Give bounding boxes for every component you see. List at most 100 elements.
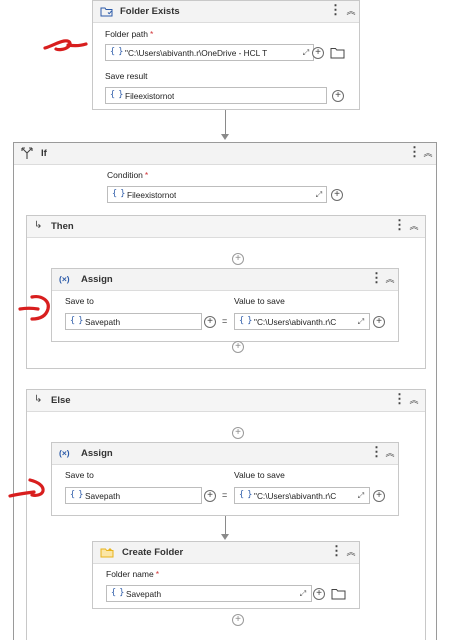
annotation-bracket-then-save-to xyxy=(18,295,50,321)
variable-braces-icon: { } xyxy=(70,316,83,326)
value-to-save-field[interactable]: { } "C:\Users\abivanth.r\C ⤢ xyxy=(234,313,370,330)
assign-header[interactable]: (×) Assign ⋮ ︽ xyxy=(52,269,398,291)
collapse-icon[interactable]: ︽ xyxy=(384,272,396,286)
more-options-icon[interactable]: ⋮ xyxy=(330,544,343,559)
save-to-field[interactable]: { } Savepath xyxy=(65,487,202,504)
condition-value: Fileexistornot xyxy=(127,190,177,200)
else-header[interactable]: ↳ Else ⋮ ︽ xyxy=(27,390,425,412)
add-activity-button[interactable]: + xyxy=(232,614,244,626)
folder-path-label: Folder path * xyxy=(105,29,153,39)
create-folder-header[interactable]: Create Folder ⋮ ︽ xyxy=(93,542,359,564)
add-activity-button[interactable]: + xyxy=(232,427,244,439)
folder-exists-activity[interactable]: Folder Exists ⋮ ︽ Folder path * { } "C:\U… xyxy=(92,0,360,110)
condition-label: Condition * xyxy=(107,170,148,180)
folder-path-value: "C:\Users\abivanth.r\OneDrive - HCL T xyxy=(125,48,268,58)
collapse-icon[interactable]: ︽ xyxy=(422,146,434,160)
assign-header[interactable]: (×) Assign ⋮ ︽ xyxy=(52,443,398,465)
then-branch[interactable]: ↳ Then ⋮ ︽ + (×) Assign ⋮ ︽ Save to Valu… xyxy=(26,215,426,369)
more-options-icon[interactable]: ⋮ xyxy=(370,271,383,286)
save-to-label: Save to xyxy=(65,296,94,306)
save-result-value: Fileexistornot xyxy=(125,91,175,101)
expand-editor-icon[interactable]: ⤢ xyxy=(356,490,366,501)
value-to-save-label: Value to save xyxy=(234,296,285,306)
save-result-field[interactable]: { } Fileexistornot xyxy=(105,87,327,104)
folder-exists-header[interactable]: Folder Exists ⋮ ︽ xyxy=(93,1,359,23)
value-to-save-field[interactable]: { } "C:\Users\abivanth.r\C ⤢ xyxy=(234,487,370,504)
folder-check-icon xyxy=(100,7,113,17)
browse-folder-icon[interactable] xyxy=(330,47,345,59)
value-to-save-value: "C:\Users\abivanth.r\C xyxy=(254,317,337,327)
expand-editor-icon[interactable]: ⤢ xyxy=(301,47,311,58)
condition-label-text: Condition xyxy=(107,170,143,180)
annotation-arrow-else-save-to xyxy=(8,478,45,498)
if-header[interactable]: If ⋮ ︽ xyxy=(14,143,436,165)
folder-path-label-text: Folder path xyxy=(105,29,148,39)
connector-arrow xyxy=(221,534,229,540)
add-variable-button[interactable]: + xyxy=(204,316,216,328)
assign-activity[interactable]: (×) Assign ⋮ ︽ Save to Value to save { }… xyxy=(51,442,399,516)
if-activity[interactable]: If ⋮ ︽ Condition * { } Fileexistornot ⤢ +… xyxy=(13,142,437,640)
collapse-icon[interactable]: ︽ xyxy=(345,545,357,559)
branch-arrow-icon: ↳ xyxy=(34,394,43,405)
assign-icon: (×) xyxy=(59,274,70,284)
add-variable-button[interactable]: + xyxy=(373,490,385,502)
value-to-save-value: "C:\Users\abivanth.r\C xyxy=(254,491,337,501)
more-options-icon[interactable]: ⋮ xyxy=(370,445,383,460)
if-title: If xyxy=(41,148,47,159)
equals-sign: = xyxy=(222,316,228,326)
collapse-icon[interactable]: ︽ xyxy=(408,393,420,407)
add-variable-button[interactable]: + xyxy=(204,490,216,502)
else-branch[interactable]: ↳ Else ⋮ ︽ + (×) Assign ⋮ ︽ Save to Valu… xyxy=(26,389,426,640)
expand-editor-icon[interactable]: ⤢ xyxy=(356,316,366,327)
else-title: Else xyxy=(51,395,71,406)
folder-name-field[interactable]: { } Savepath ⤢ xyxy=(106,585,312,602)
save-to-value: Savepath xyxy=(85,317,121,327)
then-header[interactable]: ↳ Then ⋮ ︽ xyxy=(27,216,425,238)
expand-editor-icon[interactable]: ⤢ xyxy=(298,588,308,599)
required-marker: * xyxy=(155,569,160,579)
connector-arrow xyxy=(221,134,229,140)
more-options-icon[interactable]: ⋮ xyxy=(408,145,421,160)
folder-name-label-text: Folder name xyxy=(106,569,154,579)
assign-icon: (×) xyxy=(59,448,70,458)
collapse-icon[interactable]: ︽ xyxy=(345,4,357,18)
then-title: Then xyxy=(51,221,74,232)
add-variable-button[interactable]: + xyxy=(332,90,344,102)
folder-path-field[interactable]: { } "C:\Users\abivanth.r\OneDrive - HCL … xyxy=(105,44,314,61)
if-branch-icon xyxy=(21,147,33,159)
branch-arrow-icon: ↳ xyxy=(34,220,43,231)
browse-folder-icon[interactable] xyxy=(331,588,346,600)
variable-braces-icon: { } xyxy=(239,316,252,326)
value-to-save-label: Value to save xyxy=(234,470,285,480)
expand-editor-icon[interactable]: ⤢ xyxy=(314,189,324,200)
variable-braces-icon: { } xyxy=(239,490,252,500)
assign-title: Assign xyxy=(81,448,113,459)
variable-braces-icon: { } xyxy=(110,90,123,100)
more-options-icon[interactable]: ⋮ xyxy=(393,218,406,233)
condition-field[interactable]: { } Fileexistornot ⤢ xyxy=(107,186,327,203)
more-options-icon[interactable]: ⋮ xyxy=(329,3,342,18)
equals-sign: = xyxy=(222,490,228,500)
folder-name-value: Savepath xyxy=(126,589,162,599)
save-to-field[interactable]: { } Savepath xyxy=(65,313,202,330)
variable-braces-icon: { } xyxy=(112,189,125,199)
add-variable-button[interactable]: + xyxy=(373,316,385,328)
activity-title: Folder Exists xyxy=(120,6,180,17)
more-options-icon[interactable]: ⋮ xyxy=(393,392,406,407)
collapse-icon[interactable]: ︽ xyxy=(408,219,420,233)
variable-braces-icon: { } xyxy=(111,588,124,598)
connector-line xyxy=(225,110,226,136)
required-marker: * xyxy=(150,29,154,39)
collapse-icon[interactable]: ︽ xyxy=(384,446,396,460)
add-activity-button[interactable]: + xyxy=(232,253,244,265)
add-variable-button[interactable]: + xyxy=(331,189,343,201)
assign-title: Assign xyxy=(81,274,113,285)
add-variable-button[interactable]: + xyxy=(312,47,324,59)
assign-activity[interactable]: (×) Assign ⋮ ︽ Save to Value to save { }… xyxy=(51,268,399,342)
add-activity-button[interactable]: + xyxy=(232,341,244,353)
create-folder-activity[interactable]: Create Folder ⋮ ︽ Folder name * { } Savep… xyxy=(92,541,360,609)
create-folder-title: Create Folder xyxy=(122,547,184,558)
folder-name-label: Folder name * xyxy=(106,569,159,579)
save-to-value: Savepath xyxy=(85,491,121,501)
add-variable-button[interactable]: + xyxy=(313,588,325,600)
